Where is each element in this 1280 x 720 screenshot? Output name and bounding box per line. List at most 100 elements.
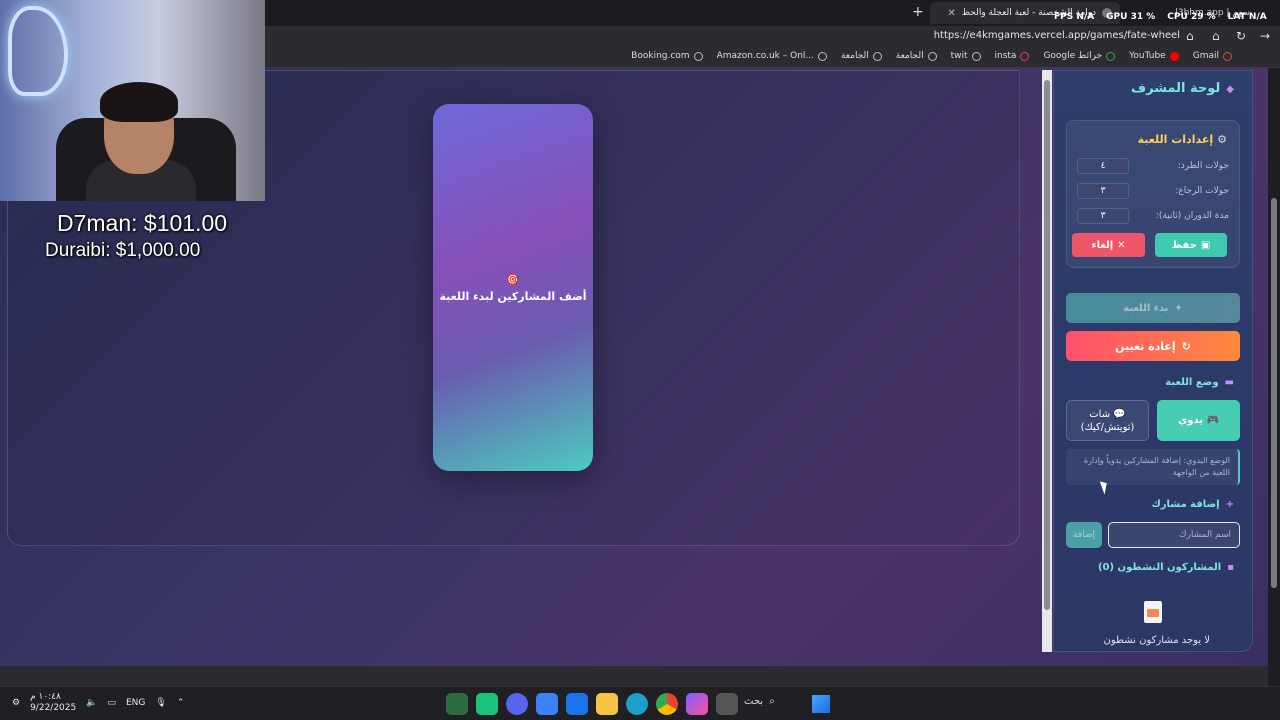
chevron-up-icon[interactable]: ⌃ — [177, 698, 185, 708]
participant-name-input[interactable]: اسم المشارك — [1108, 522, 1240, 548]
tab-close-icon[interactable]: ✕ — [947, 8, 955, 19]
new-tab-button[interactable]: + — [912, 4, 924, 20]
setting-label: جولات الطرد: — [1177, 161, 1229, 171]
users-icon: ▪ — [1227, 562, 1234, 573]
bookmark-item[interactable]: الجامعة — [841, 51, 882, 61]
gamepad-icon: 🎮 — [1206, 415, 1219, 426]
mode-title: ▬وضع اللعبة — [1165, 377, 1234, 388]
performance-overlay: FPS N/A GPU 31 % CPU 29 % LAT N/A — [1054, 12, 1267, 22]
page-scrollbar[interactable] — [1268, 68, 1280, 686]
bookmark-item[interactable]: YouTube — [1129, 51, 1179, 61]
taskbar: ⚙ ١٠:٤٨ م 9/22/2025 🔈 ▭ ENG 🎙 ⌃ ⌕ بحث — [0, 686, 1280, 720]
mail-icon[interactable] — [566, 693, 588, 715]
cancel-button[interactable]: ✕ إلغاء — [1072, 233, 1145, 257]
mode-manual-button[interactable]: 🎮 يدوي — [1157, 400, 1240, 441]
gem-icon: ◆ — [1226, 84, 1234, 95]
setting-input[interactable]: ٤ — [1077, 158, 1129, 174]
close-icon: ✕ — [1117, 239, 1126, 251]
active-participants-title: ▪المشاركون النشطون (0) — [1097, 562, 1234, 573]
empty-participants-message: لا يوجد مشاركون نشطون — [1103, 635, 1210, 646]
globe-icon — [872, 51, 882, 61]
cpu-value: 29 % — [1190, 12, 1216, 22]
chrome-icon[interactable] — [656, 693, 678, 715]
cpu-label: CPU — [1167, 12, 1188, 22]
page-bottom-bar — [0, 666, 1268, 686]
youtube-icon — [1169, 51, 1179, 61]
copilot-icon[interactable] — [686, 693, 708, 715]
scrollbar-thumb[interactable] — [1271, 198, 1277, 588]
setting-label: جولات الرجاع: — [1175, 186, 1229, 196]
bookmark-item[interactable]: Google خرائط — [1043, 51, 1116, 61]
maps-icon — [1106, 51, 1116, 61]
setting-input[interactable]: ٣ — [1077, 208, 1129, 224]
settings-icon[interactable]: ⚙ — [12, 698, 20, 708]
setting-row: جولات الرجاع: ٣ — [1077, 182, 1229, 200]
mode-icon: ▬ — [1224, 377, 1234, 388]
search-icon: ⌕ — [769, 696, 775, 707]
windows-start-icon[interactable] — [812, 695, 830, 713]
rocket-icon: ✦ — [1174, 302, 1183, 314]
home-icon[interactable]: ⌂ — [1212, 29, 1220, 43]
bookmark-item[interactable]: twit — [951, 51, 981, 61]
url-field[interactable]: https://e4kmgames.vercel.app/games/fate-… — [934, 30, 1180, 41]
fps-label: FPS — [1054, 12, 1074, 22]
settings-box: ⚙إعدادات اللعبة جولات الطرد: ٤ جولات الر… — [1066, 120, 1240, 268]
forward-icon[interactable]: → — [1260, 29, 1270, 43]
panel-scrollbar[interactable] — [1042, 70, 1052, 652]
gear-icon: ⚙ — [1217, 133, 1227, 146]
clipboard-icon — [1144, 601, 1162, 623]
taskbar-apps — [446, 693, 738, 715]
admin-panel: ◆لوحة المشرف ⚙إعدادات اللعبة جولات الطرد… — [1053, 70, 1253, 652]
microphone-icon[interactable]: 🎙 — [155, 698, 166, 708]
reset-button[interactable]: ↻ إعادة تعيين — [1066, 331, 1240, 361]
bookmark-item[interactable]: Booking.com — [631, 51, 703, 61]
setting-label: مدة الدوران (ثانية): — [1155, 211, 1229, 221]
gpu-value: 31 % — [1130, 12, 1156, 22]
instagram-icon — [1020, 51, 1030, 61]
add-participant-button[interactable]: إضافة — [1066, 522, 1102, 548]
start-game-button[interactable]: ✦ بدء اللعبة — [1066, 293, 1240, 323]
panel-title: ◆لوحة المشرف — [1131, 81, 1234, 96]
target-icon: 🎯 — [506, 272, 520, 286]
scrollbar-thumb[interactable] — [1044, 80, 1050, 610]
gpu-label: GPU — [1106, 12, 1128, 22]
globe-icon — [693, 51, 703, 61]
donation-line: D7man: $101.00 — [57, 210, 228, 236]
mode-info: الوضع اليدوي: إضافة المشاركين يدوياً وإد… — [1066, 449, 1240, 485]
system-tray: ⚙ ١٠:٤٨ م 9/22/2025 🔈 ▭ ENG 🎙 ⌃ — [12, 692, 184, 714]
app-icon[interactable] — [446, 693, 468, 715]
webcam-overlay — [0, 0, 265, 201]
globe-icon — [971, 51, 981, 61]
bookmark-item[interactable]: insta — [995, 51, 1030, 61]
floppy-icon: ▣ — [1200, 239, 1211, 251]
setting-input[interactable]: ٣ — [1077, 183, 1129, 199]
globe-icon — [817, 51, 827, 61]
fps-value: N/A — [1076, 12, 1095, 22]
add-participant-title: +إضافة مشارك — [1151, 499, 1234, 510]
mode-chat-button[interactable]: 💬 شات (تويتش/كيك) — [1066, 400, 1149, 441]
folder-icon[interactable] — [596, 693, 618, 715]
lat-value: N/A — [1248, 12, 1267, 22]
language-indicator[interactable]: ENG — [126, 698, 145, 708]
network-icon[interactable]: ▭ — [107, 698, 116, 708]
taskbar-search[interactable]: ⌕ بحث — [744, 696, 775, 707]
wheel-empty-message: أضف المشاركين لبدء اللعبة — [439, 289, 587, 303]
folder-icon — [927, 51, 937, 61]
clock[interactable]: ١٠:٤٨ م 9/22/2025 — [30, 692, 76, 714]
plus-icon: + — [1225, 499, 1234, 510]
lock-icon: ⌂ — [1186, 29, 1194, 43]
app-icon[interactable] — [476, 693, 498, 715]
save-button[interactable]: ▣ حفظ — [1155, 233, 1227, 257]
bookmark-item[interactable]: Gmail — [1193, 51, 1232, 61]
edge-icon[interactable] — [626, 693, 648, 715]
discord-icon[interactable] — [506, 693, 528, 715]
gmail-icon — [1223, 51, 1232, 61]
store-icon[interactable] — [536, 693, 558, 715]
refresh-icon: ↻ — [1181, 339, 1191, 353]
wheel-card: 🎯 أضف المشاركين لبدء اللعبة — [433, 104, 593, 471]
bookmark-item[interactable]: الجامعة — [896, 51, 937, 61]
bookmark-item[interactable]: Amazon.co.uk – Onl... — [717, 51, 827, 61]
speaker-icon[interactable]: 🔈 — [86, 698, 97, 708]
task-view-icon[interactable] — [716, 693, 738, 715]
refresh-icon[interactable]: ↻ — [1236, 29, 1246, 43]
